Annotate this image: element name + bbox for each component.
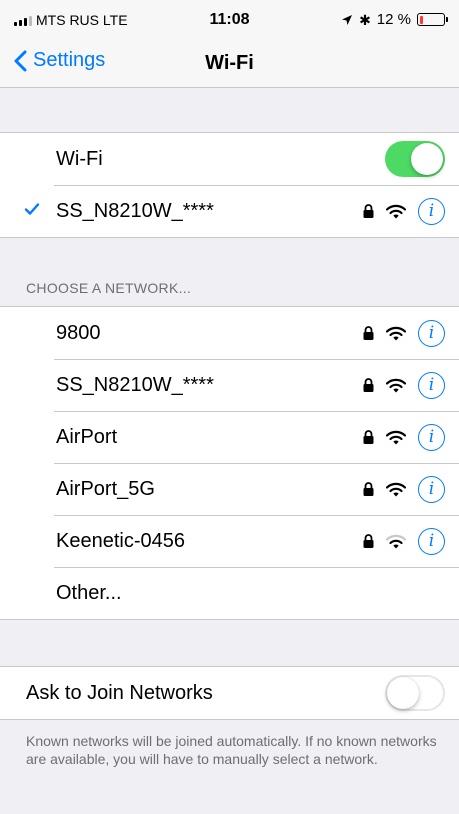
navigation-bar: Settings Wi-Fi xyxy=(0,40,459,88)
checkmark-icon xyxy=(24,203,40,215)
back-button[interactable]: Settings xyxy=(14,49,105,72)
ask-to-join-footer: Known networks will be joined automatica… xyxy=(26,733,437,767)
wifi-icon xyxy=(386,378,406,392)
network-name: Keenetic-0456 xyxy=(56,529,185,552)
info-icon[interactable]: i xyxy=(418,197,445,225)
network-row[interactable]: Keenetic-0456 i xyxy=(0,515,459,567)
connected-network-row[interactable]: SS_N8210W_**** i xyxy=(0,185,459,237)
wifi-toggle[interactable] xyxy=(385,141,445,177)
network-accessories: i xyxy=(363,527,445,555)
choose-network-header: CHOOSE A NETWORK... xyxy=(26,280,192,296)
bluetooth-icon: ✱ xyxy=(359,11,371,28)
wifi-icon xyxy=(386,326,406,340)
network-accessories: i xyxy=(363,423,445,451)
lock-icon xyxy=(363,378,374,392)
battery-percent: 12 % xyxy=(376,11,411,28)
wifi-toggle-row: Wi-Fi xyxy=(0,133,459,185)
wifi-settings-screen: MTS RUS LTE 11:08 ✱ 12 % Settings Wi-Fi … xyxy=(0,0,459,814)
network-name: 9800 xyxy=(56,321,101,344)
battery-icon xyxy=(417,13,448,26)
network-accessories: i xyxy=(363,371,445,399)
info-icon[interactable]: i xyxy=(418,475,445,503)
networks-group: 9800 i SS_N8210W_**** i AirPort i AirPor… xyxy=(0,306,459,620)
status-right: ✱ 12 % xyxy=(341,11,448,28)
wifi-icon xyxy=(386,430,406,444)
network-accessories: i xyxy=(363,475,445,503)
connected-network-name: SS_N8210W_**** xyxy=(56,199,214,222)
info-icon[interactable]: i xyxy=(418,371,445,399)
lock-icon xyxy=(363,326,374,340)
network-accessories: i xyxy=(363,319,445,347)
location-arrow-icon xyxy=(342,14,353,25)
info-icon[interactable]: i xyxy=(418,527,445,555)
lock-icon xyxy=(363,430,374,444)
ask-to-join-group: Ask to Join Networks xyxy=(0,666,459,720)
ask-to-join-toggle[interactable] xyxy=(385,675,445,711)
other-network-row[interactable]: Other... xyxy=(0,567,459,619)
wifi-icon xyxy=(386,204,406,218)
chevron-left-icon xyxy=(14,50,27,71)
network-row[interactable]: SS_N8210W_**** i xyxy=(0,359,459,411)
status-bar: MTS RUS LTE 11:08 ✱ 12 % xyxy=(0,0,459,40)
info-icon[interactable]: i xyxy=(418,423,445,451)
network-name: AirPort xyxy=(56,425,118,448)
battery-level xyxy=(419,15,423,24)
info-icon[interactable]: i xyxy=(418,319,445,347)
network-row[interactable]: AirPort_5G i xyxy=(0,463,459,515)
network-row[interactable]: AirPort i xyxy=(0,411,459,463)
wifi-icon xyxy=(386,534,406,548)
network-row[interactable]: 9800 i xyxy=(0,307,459,359)
wifi-group: Wi-Fi SS_N8210W_**** i xyxy=(0,132,459,238)
ask-to-join-label: Ask to Join Networks xyxy=(26,681,213,704)
back-button-label: Settings xyxy=(33,49,106,71)
ask-to-join-row: Ask to Join Networks xyxy=(0,667,459,719)
network-name: AirPort_5G xyxy=(56,477,155,500)
lock-icon xyxy=(363,534,374,548)
wifi-label: Wi-Fi xyxy=(56,147,103,170)
wifi-icon xyxy=(386,482,406,496)
network-accessories: i xyxy=(363,197,445,225)
network-name: SS_N8210W_**** xyxy=(56,373,214,396)
lock-icon xyxy=(363,482,374,496)
other-network-label: Other... xyxy=(56,581,122,604)
lock-icon xyxy=(363,204,374,218)
